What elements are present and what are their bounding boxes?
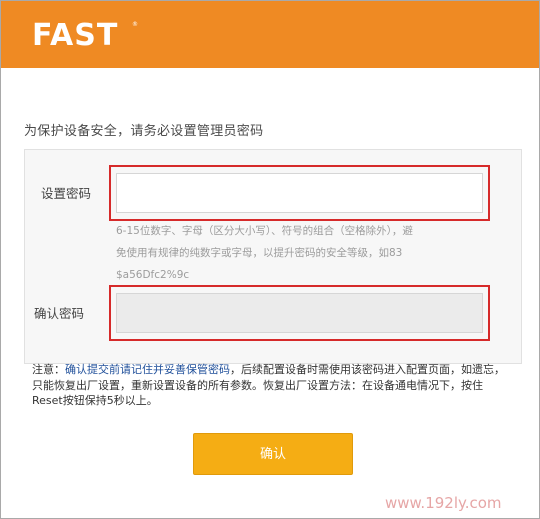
note-prefix: 注意： bbox=[32, 363, 65, 376]
password-hint-line2: 免使用有规律的纯数字或字母，以提升密码的安全等级，如83 bbox=[116, 247, 403, 259]
confirm-button[interactable]: 确认 bbox=[193, 433, 353, 475]
watermark: www.192ly.com bbox=[385, 494, 502, 512]
confirm-password-label: 确认密码 bbox=[34, 306, 85, 321]
note-link[interactable]: 确认提交前请记住并妥善保管密码 bbox=[65, 363, 230, 376]
password-hint-line1: 6-15位数字、字母（区分大小写）、符号的组合（空格除外），避 bbox=[116, 225, 413, 237]
note-text: 注意：确认提交前请记住并妥善保管密码，后续配置设备时需使用该密码进入配置页面，如… bbox=[32, 362, 512, 409]
intro-text: 为保护设备安全，请务必设置管理员密码 bbox=[24, 124, 264, 139]
confirm-password-input[interactable] bbox=[116, 293, 483, 333]
fast-logo: FAST ® bbox=[32, 18, 138, 53]
logo-text: FAST bbox=[32, 18, 118, 53]
password-input[interactable] bbox=[116, 173, 483, 213]
trademark-icon: ® bbox=[132, 21, 138, 28]
password-label: 设置密码 bbox=[41, 186, 92, 201]
password-hint-line3: $a56Dfc2%9c bbox=[116, 269, 190, 281]
header-bar: FAST ® bbox=[1, 1, 539, 68]
